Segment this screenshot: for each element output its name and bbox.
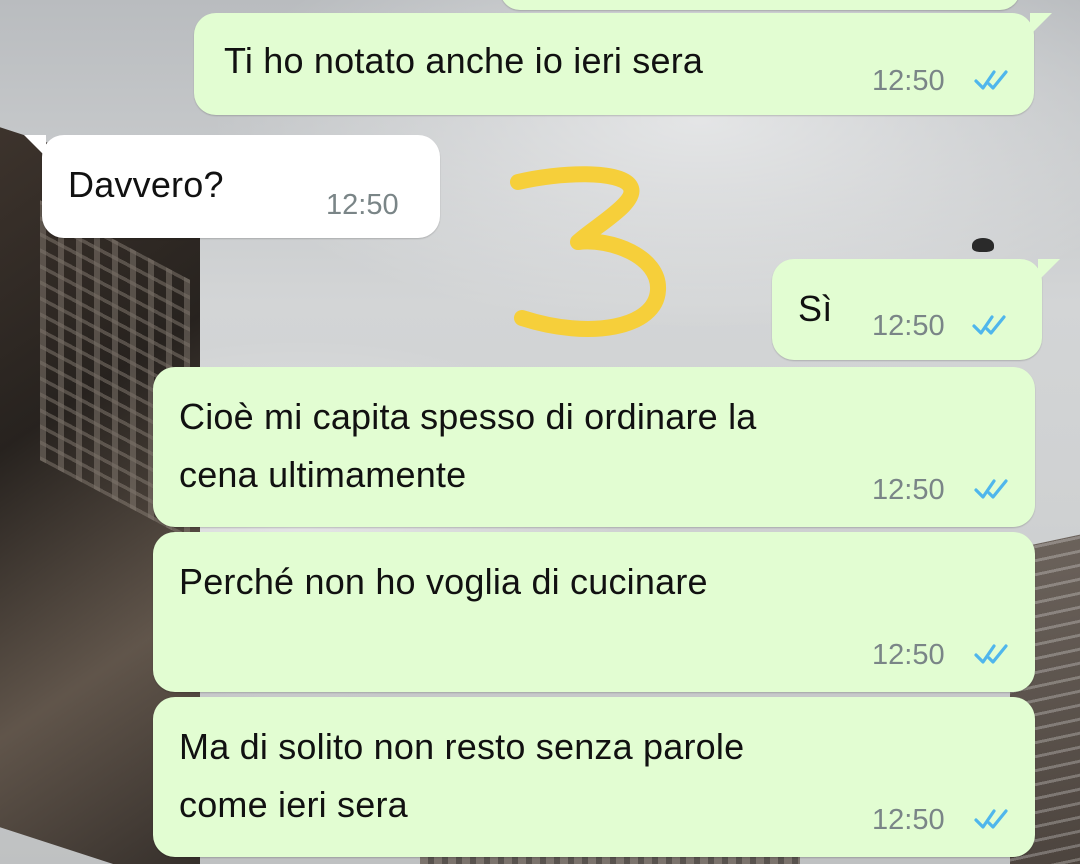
double-check-icon [974, 70, 1008, 90]
message-time: 12:50 [872, 474, 945, 506]
partial-message-bubble[interactable] [500, 0, 1020, 10]
double-check-icon [974, 809, 1008, 829]
message-time: 12:50 [872, 310, 945, 342]
message-text: Sì [798, 288, 833, 329]
bubble-tail [24, 135, 46, 157]
message-text-line: cena ultimamente [179, 454, 467, 495]
message-bubble-outgoing[interactable]: Ma di solito non resto senza parole come… [153, 697, 1035, 857]
message-bubble-incoming[interactable]: Davvero? 12:50 [24, 135, 440, 238]
double-check-icon [974, 644, 1008, 664]
message-time: 12:50 [326, 189, 399, 221]
double-check-icon [974, 479, 1008, 499]
message-time: 12:50 [872, 65, 945, 97]
message-bubble-outgoing[interactable]: Sì 12:50 [772, 259, 1060, 360]
message-time: 12:50 [872, 804, 945, 836]
double-check-icon [972, 315, 1006, 335]
message-text-line: Ma di solito non resto senza parole [179, 726, 745, 767]
message-text-line: come ieri sera [179, 784, 408, 825]
bubble-tail [1030, 13, 1052, 35]
wallpaper-bird [972, 238, 994, 252]
wallpaper-building-bottom [420, 856, 800, 864]
message-text-line: Cioè mi capita spesso di ordinare la [179, 396, 757, 437]
message-bubble-outgoing[interactable]: Ti ho notato anche io ieri sera 12:50 [194, 13, 1052, 115]
message-time: 12:50 [872, 639, 945, 671]
message-text: Ti ho notato anche io ieri sera [224, 40, 704, 81]
message-text: Davvero? [68, 164, 224, 205]
message-text: Perché non ho voglia di cucinare [179, 561, 708, 602]
message-bubble-outgoing[interactable]: Perché non ho voglia di cucinare 12:50 [153, 532, 1035, 692]
message-bubble-outgoing[interactable]: Cioè mi capita spesso di ordinare la cen… [153, 367, 1035, 527]
bubble-tail [1038, 259, 1060, 281]
